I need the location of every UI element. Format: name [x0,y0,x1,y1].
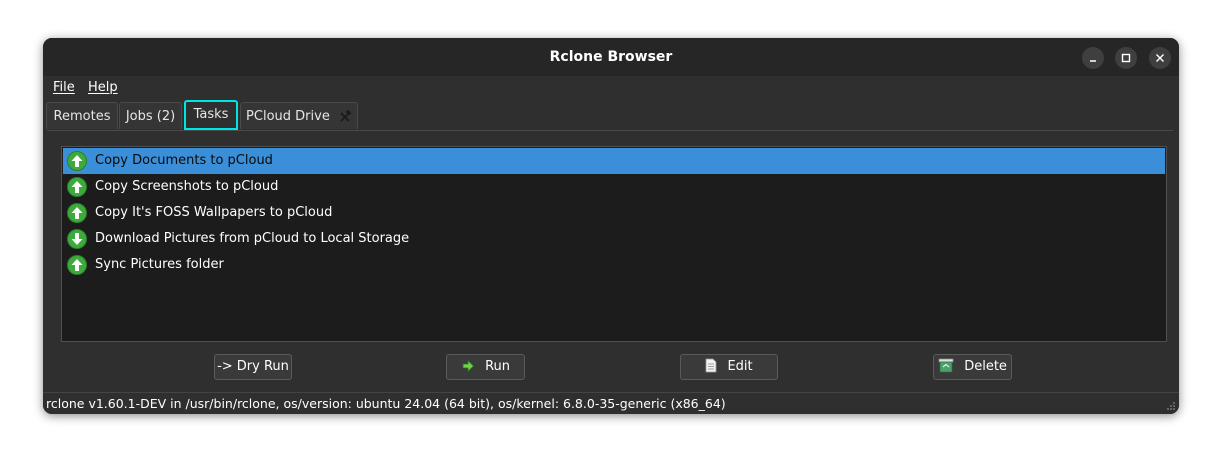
arrow-up-icon [67,255,87,275]
tab-label: Remotes [53,109,111,124]
title-bar[interactable]: Rclone Browser [43,38,1179,76]
close-icon [1156,54,1164,62]
app-window: Rclone Browser File Help Remotes Jobs (2… [43,38,1179,414]
tab-jobs[interactable]: Jobs (2) [119,102,182,129]
task-row[interactable]: Copy Screenshots to pCloud [63,174,1165,200]
delete-button[interactable]: Delete [933,354,1012,380]
task-row[interactable]: Download Pictures from pCloud to Local S… [63,226,1165,252]
tab-remotes[interactable]: Remotes [46,102,118,129]
tab-bar: Remotes Jobs (2) Tasks PCloud Drive [43,100,1179,130]
task-label: Download Pictures from pCloud to Local S… [95,231,410,246]
task-label: Copy Documents to pCloud [95,153,273,168]
window-title: Rclone Browser [549,49,673,65]
task-label: Copy It's FOSS Wallpapers to pCloud [95,205,333,220]
minimize-button[interactable] [1082,47,1104,69]
maximize-icon [1121,53,1131,63]
document-icon [705,358,717,373]
edit-label: Edit [727,359,753,374]
dry-run-label: -> Dry Run [217,359,289,374]
run-icon [462,359,475,372]
dry-run-button[interactable]: -> Dry Run [214,354,292,380]
task-row[interactable]: Copy Documents to pCloud [63,148,1165,174]
minimize-icon [1090,60,1096,62]
arrow-down-icon [67,229,87,249]
resize-grip-icon[interactable] [1166,401,1176,411]
delete-label: Delete [964,359,1007,374]
close-tab-icon[interactable] [338,109,352,124]
menu-help[interactable]: Help [88,79,118,97]
menu-file[interactable]: File [53,79,75,97]
menu-bar: File Help [43,76,1179,100]
tab-pcloud-drive[interactable]: PCloud Drive [240,102,358,129]
task-list: Copy Documents to pCloud Copy Screenshot… [61,146,1167,342]
tab-label: PCloud Drive [246,109,330,124]
maximize-button[interactable] [1115,47,1137,69]
status-text: rclone v1.60.1-DEV in /usr/bin/rclone, o… [46,396,726,411]
task-label: Sync Pictures folder [95,257,224,272]
task-row[interactable]: Sync Pictures folder [63,252,1165,278]
trash-icon [938,358,954,373]
arrow-up-icon [67,177,87,197]
task-label: Copy Screenshots to pCloud [95,179,279,194]
arrow-up-icon [67,203,87,223]
tab-tasks[interactable]: Tasks [184,100,238,130]
arrow-up-icon [67,151,87,171]
task-row[interactable]: Copy It's FOSS Wallpapers to pCloud [63,200,1165,226]
tab-label: Tasks [193,107,229,122]
tasks-panel: Copy Documents to pCloud Copy Screenshot… [47,130,1173,388]
close-button[interactable] [1149,47,1171,69]
run-button[interactable]: Run [446,354,525,380]
run-label: Run [485,359,511,374]
tab-label: Jobs (2) [125,109,176,124]
edit-button[interactable]: Edit [680,354,778,380]
status-bar: rclone v1.60.1-DEV in /usr/bin/rclone, o… [43,392,1179,414]
